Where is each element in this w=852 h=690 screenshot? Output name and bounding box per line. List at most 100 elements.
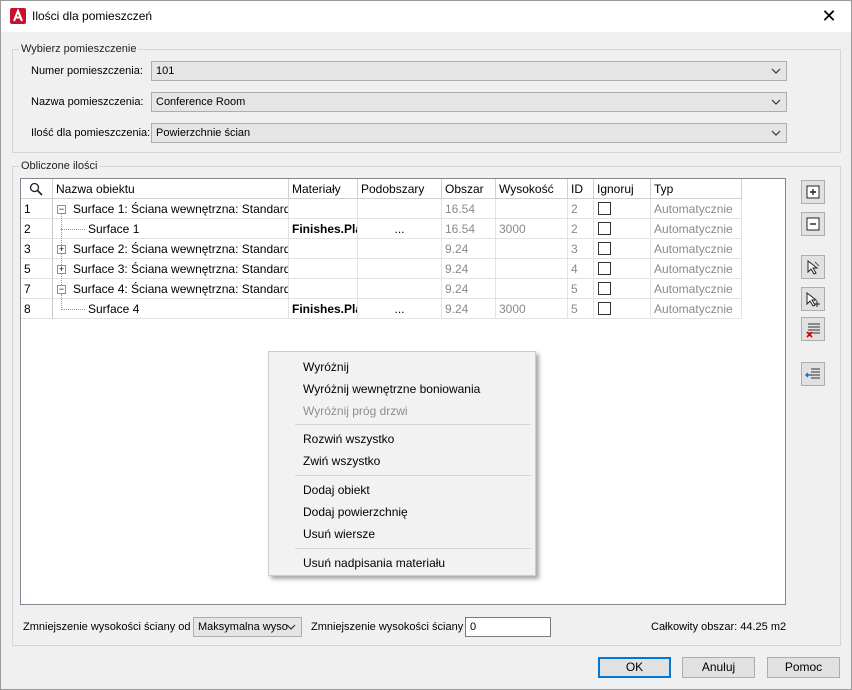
ignore-checkbox[interactable] [598, 282, 611, 295]
column-header-name[interactable]: Nazwa obiektu [53, 179, 289, 199]
column-header-subareas[interactable]: Podobszary [358, 179, 442, 199]
material-cell[interactable]: Finishes.Pla [289, 299, 358, 319]
ignore-checkbox[interactable] [598, 202, 611, 215]
height-cell [496, 259, 568, 279]
menu-item-highlight-threshold: Wyróżnij próg drzwi [303, 404, 408, 418]
menu-item-collapse-all[interactable]: Zwiń wszystko [303, 454, 380, 468]
object-name: Surface 4: Ściana wewnętrzna: Standard [53, 279, 289, 299]
delete-rows-button[interactable] [801, 317, 825, 341]
menu-item-add-surface[interactable]: Dodaj powierzchnię [303, 505, 408, 519]
list-arrow-icon [805, 368, 820, 379]
subarea-cell[interactable] [358, 199, 442, 219]
menu-separator [295, 548, 531, 549]
height-cell [496, 199, 568, 219]
row-number: 3 [21, 239, 53, 259]
grid-search-header[interactable] [21, 179, 53, 199]
column-header-ignore[interactable]: Ignoruj [594, 179, 651, 199]
column-header-id[interactable]: ID [568, 179, 594, 199]
subarea-cell[interactable]: ... [358, 219, 442, 239]
add-object-button[interactable] [801, 180, 825, 204]
quantity-combo[interactable]: Powierzchnie ścian [151, 123, 787, 143]
type-cell: Automatycznie [651, 239, 742, 259]
pointer-select-icon [807, 259, 820, 275]
subarea-cell[interactable] [358, 259, 442, 279]
help-button[interactable]: Pomoc [767, 657, 840, 678]
room-name-label: Nazwa pomieszczenia: [31, 96, 144, 108]
computed-legend: Obliczone ilości [19, 160, 100, 172]
collapse-icon[interactable]: − [57, 285, 66, 294]
id-cell: 4 [568, 259, 594, 279]
column-header-materials[interactable]: Materiały [289, 179, 358, 199]
id-cell: 5 [568, 279, 594, 299]
menu-item-remove-material-overrides[interactable]: Usuń nadpisania materiału [303, 556, 445, 570]
quantity-label: Ilość dla pomieszczenia: [31, 127, 151, 139]
subarea-cell[interactable]: ... [358, 299, 442, 319]
type-cell: Automatycznie [651, 199, 742, 219]
column-header-type[interactable]: Typ [651, 179, 742, 199]
object-name: Surface 1: Ściana wewnętrzna: Standard [53, 199, 289, 219]
remove-box-icon [806, 217, 820, 231]
type-cell: Automatycznie [651, 299, 742, 319]
material-cell[interactable] [289, 279, 358, 299]
row-number: 7 [21, 279, 53, 299]
material-cell[interactable] [289, 199, 358, 219]
material-cell[interactable]: Finishes.Pla [289, 219, 358, 239]
menu-item-add-object[interactable]: Dodaj obiekt [303, 483, 370, 497]
ok-button[interactable]: OK [598, 657, 671, 678]
room-number-combo[interactable]: 101 [151, 61, 787, 81]
menu-item-highlight-inner[interactable]: Wyróżnij wewnętrzne boniowania [303, 382, 480, 396]
reduce-from-combo[interactable]: Maksymalna wyso [193, 617, 302, 637]
room-name-combo[interactable]: Conference Room [151, 92, 787, 112]
height-cell: 3000 [496, 299, 568, 319]
area-cell: 16.54 [442, 219, 496, 239]
tree-line [61, 294, 62, 310]
ignore-checkbox[interactable] [598, 222, 611, 235]
menu-separator [295, 424, 531, 425]
cancel-button[interactable]: Anuluj [682, 657, 755, 678]
ignore-checkbox[interactable] [598, 242, 611, 255]
area-cell: 9.24 [442, 279, 496, 299]
type-cell: Automatycznie [651, 279, 742, 299]
select-surface-button[interactable] [801, 287, 825, 311]
area-cell: 16.54 [442, 199, 496, 219]
dialog-window: Ilości dla pomieszczeń ✕ Wybierz pomiesz… [0, 0, 852, 690]
row-number: 2 [21, 219, 53, 239]
menu-item-delete-rows[interactable]: Usuń wiersze [303, 527, 375, 541]
menu-item-expand-all[interactable]: Rozwiń wszystko [303, 432, 394, 446]
subarea-cell[interactable] [358, 239, 442, 259]
area-cell: 9.24 [442, 259, 496, 279]
type-cell: Automatycznie [651, 219, 742, 239]
subarea-cell[interactable] [358, 279, 442, 299]
delete-rows-icon [806, 323, 820, 338]
column-header-height[interactable]: Wysokość [496, 179, 568, 199]
type-cell: Automatycznie [651, 259, 742, 279]
window-title: Ilości dla pomieszczeń [32, 9, 153, 23]
expand-icon[interactable]: + [57, 265, 66, 274]
tree-line [61, 309, 85, 310]
remove-object-button[interactable] [801, 212, 825, 236]
close-icon[interactable]: ✕ [809, 1, 849, 31]
chevron-down-icon [771, 99, 781, 105]
height-cell [496, 279, 568, 299]
menu-item-highlight[interactable]: Wyróżnij [303, 360, 349, 374]
title-bar: Ilości dla pomieszczeń ✕ [1, 1, 851, 32]
material-cell[interactable] [289, 259, 358, 279]
ignore-checkbox[interactable] [598, 262, 611, 275]
object-name: Surface 2: Ściana wewnętrzna: Standard [53, 239, 289, 259]
height-cell: 3000 [496, 219, 568, 239]
expand-icon[interactable]: + [57, 245, 66, 254]
clear-overrides-button[interactable] [801, 362, 825, 386]
collapse-icon[interactable]: − [57, 205, 66, 214]
ignore-checkbox[interactable] [598, 302, 611, 315]
highlight-button[interactable] [801, 255, 825, 279]
material-cell[interactable] [289, 239, 358, 259]
reduce-from-label: Zmniejszenie wysokości ściany od [23, 621, 191, 633]
room-name-value: Conference Room [156, 96, 246, 108]
id-cell: 2 [568, 199, 594, 219]
column-header-area[interactable]: Obszar [442, 179, 496, 199]
id-cell: 3 [568, 239, 594, 259]
object-name: Surface 3: Ściana wewnętrzna: Standard [53, 259, 289, 279]
pointer-add-icon [806, 291, 820, 307]
reduce-input[interactable]: 0 [465, 617, 551, 637]
quantity-value: Powierzchnie ścian [156, 127, 251, 139]
